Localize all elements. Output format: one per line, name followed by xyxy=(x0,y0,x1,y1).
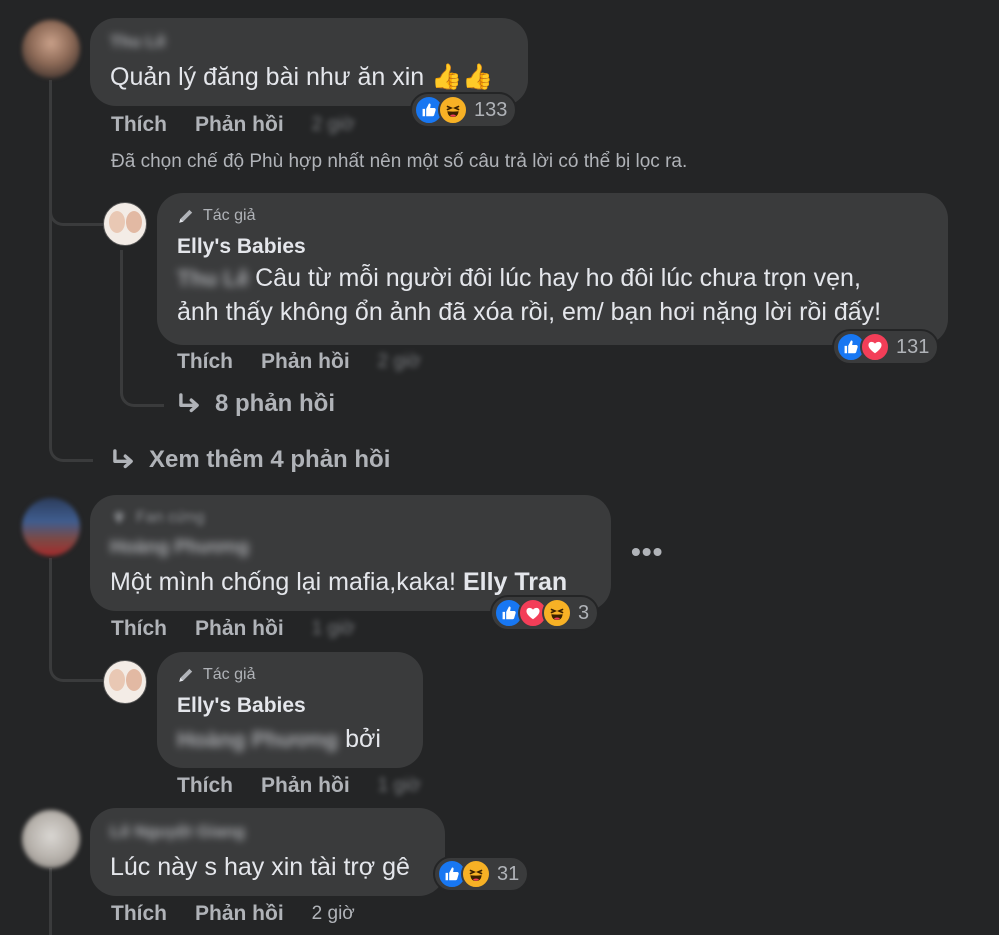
reply-bubble: Tác giả Elly's Babies Hoàng Phương bởi xyxy=(157,652,423,768)
like-button[interactable]: Thích xyxy=(177,350,233,374)
reaction-count: 131 xyxy=(896,335,930,358)
diamond-icon xyxy=(110,509,128,527)
timestamp[interactable]: 2 giờ xyxy=(312,114,355,136)
haha-reaction-icon xyxy=(438,95,468,125)
reaction-count: 31 xyxy=(497,862,520,885)
reply-bubble: Tác giả Elly's Babies Thu Lê Câu từ mỗi n… xyxy=(157,193,948,345)
like-button[interactable]: Thích xyxy=(177,774,233,798)
reaction-count: 133 xyxy=(474,98,508,121)
thread-line xyxy=(49,868,52,935)
avatar[interactable] xyxy=(22,20,80,78)
see-more-replies-button[interactable]: Xem thêm 4 phản hồi xyxy=(111,446,390,474)
pencil-icon xyxy=(177,207,195,225)
reply-button[interactable]: Phản hồi xyxy=(195,902,284,926)
haha-reaction-icon xyxy=(542,598,572,628)
timestamp[interactable]: 2 giờ xyxy=(378,351,421,373)
timestamp[interactable]: 1 giờ xyxy=(378,775,421,797)
reaction-count: 3 xyxy=(578,601,590,624)
thread-line xyxy=(49,80,52,380)
reply-text: Thu Lê Câu từ mỗi người đôi lúc hay ho đô… xyxy=(177,264,861,292)
more-options-button[interactable]: ••• xyxy=(631,536,663,568)
filter-note: Đã chọn chế độ Phù hợp nhất nên một số c… xyxy=(111,151,688,172)
timestamp[interactable]: 1 giờ xyxy=(312,618,355,640)
avatar[interactable] xyxy=(103,202,147,246)
haha-reaction-icon xyxy=(461,859,491,889)
mention-link[interactable]: Elly Tran xyxy=(463,568,567,596)
reaction-summary[interactable]: 133 xyxy=(410,92,518,128)
view-nested-replies-button[interactable]: 8 phản hồi xyxy=(177,390,335,418)
comment-author[interactable]: Lê Nguyệt Giang xyxy=(110,822,245,842)
reply-actions: Thích Phản hồi 2 giờ xyxy=(177,350,421,374)
reply-author[interactable]: Elly's Babies xyxy=(177,235,306,259)
comment-text: Một mình chống lại mafia,kaka! Elly Tran xyxy=(110,568,568,596)
comment-text: Lúc này s hay xin tài trợ gê xyxy=(110,853,410,881)
reply-button[interactable]: Phản hồi xyxy=(261,350,350,374)
comment-author[interactable]: Hoàng Phương xyxy=(110,537,249,559)
timestamp[interactable]: 2 giờ xyxy=(312,903,355,925)
avatar[interactable] xyxy=(103,660,147,704)
reply-arrow-icon xyxy=(177,391,203,417)
author-badge: Tác giả xyxy=(177,207,255,225)
comment-actions: Thích Phản hồi 1 giờ xyxy=(111,617,355,641)
fan-badge: Fan cứng xyxy=(110,509,205,527)
avatar[interactable] xyxy=(22,498,80,556)
reaction-summary[interactable]: 131 xyxy=(832,329,940,365)
reaction-summary[interactable]: 3 xyxy=(490,595,600,631)
reply-button[interactable]: Phản hồi xyxy=(195,617,284,641)
avatar[interactable] xyxy=(22,810,80,868)
comment-thread: Thu Lê Quản lý đăng bài như ăn xin 👍👍 13… xyxy=(0,0,999,935)
comment-actions: Thích Phản hồi 2 giờ xyxy=(111,113,355,137)
reaction-summary[interactable]: 31 xyxy=(433,856,530,892)
like-button[interactable]: Thích xyxy=(111,902,167,926)
pencil-icon xyxy=(177,666,195,684)
mention-link[interactable]: Hoàng Phương xyxy=(177,727,338,752)
like-button[interactable]: Thích xyxy=(111,617,167,641)
author-badge: Tác giả xyxy=(177,666,255,684)
reply-text-line: ảnh thấy không ổn ảnh đã xóa rồi, em/ bạ… xyxy=(177,298,882,326)
reply-text: Hoàng Phương bởi xyxy=(177,725,381,753)
reply-button[interactable]: Phản hồi xyxy=(261,774,350,798)
reply-actions: Thích Phản hồi 1 giờ xyxy=(177,774,421,798)
thread-connector xyxy=(49,200,105,226)
mention-link[interactable]: Thu Lê xyxy=(177,266,249,291)
comment-author[interactable]: Thu Lê xyxy=(110,32,166,52)
like-button[interactable]: Thích xyxy=(111,113,167,137)
comment-bubble: Fan cứng Hoàng Phương Một mình chống lại… xyxy=(90,495,611,611)
thread-connector xyxy=(49,380,93,462)
love-reaction-icon xyxy=(860,332,890,362)
comment-actions: Thích Phản hồi 2 giờ xyxy=(111,902,355,926)
comment-text: Quản lý đăng bài như ăn xin 👍👍 xyxy=(110,63,494,91)
reply-arrow-icon xyxy=(111,447,137,473)
reply-button[interactable]: Phản hồi xyxy=(195,113,284,137)
reply-author[interactable]: Elly's Babies xyxy=(177,694,306,718)
comment-bubble: Lê Nguyệt Giang Lúc này s hay xin tài tr… xyxy=(90,808,445,896)
